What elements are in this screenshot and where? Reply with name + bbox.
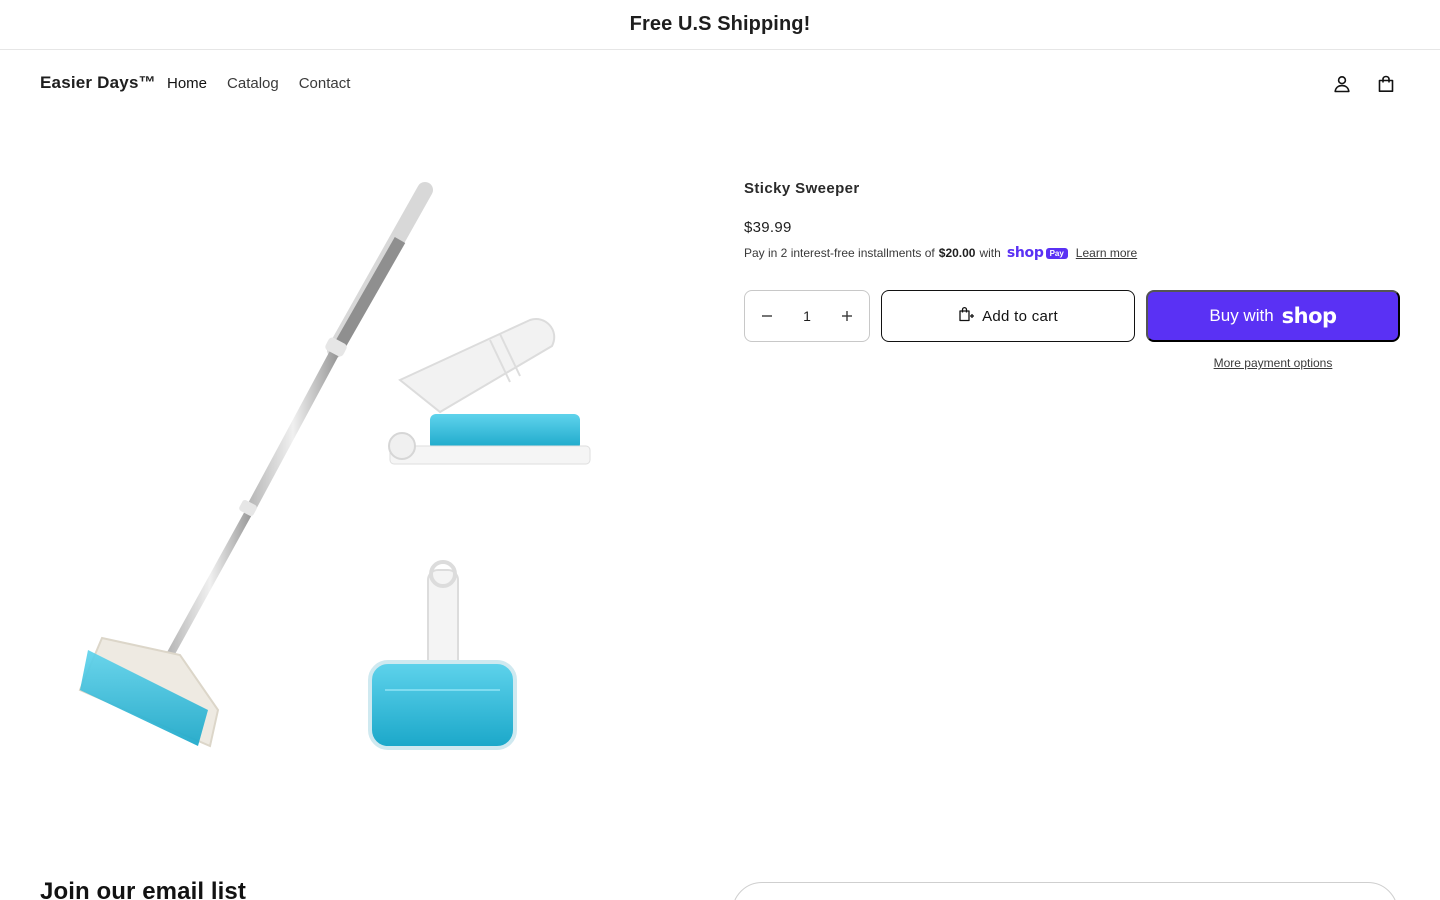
shop-brand-word: shop [1281,304,1337,328]
installments-banner: Pay in 2 interest-free installments of $… [744,245,1137,261]
add-to-cart-label: Add to cart [982,307,1058,325]
main-nav: Home Catalog Contact [167,75,350,92]
learn-more-link[interactable]: Learn more [1076,246,1137,260]
store-logo[interactable]: Easier Days™ [40,73,156,93]
installments-prefix: Pay in 2 interest-free installments of [744,246,935,260]
product-info: Sticky Sweeper $39.99 Pay in 2 interest-… [744,180,1400,370]
site-header: Easier Days™ Home Catalog Contact [0,51,1440,117]
cart-icon[interactable] [1374,72,1398,96]
account-icon[interactable] [1330,72,1354,96]
nav-catalog[interactable]: Catalog [227,75,279,92]
more-payment-options-link[interactable]: More payment options [1146,356,1400,370]
product-image[interactable] [40,150,680,790]
email-signup-box [732,882,1398,900]
add-to-cart-button[interactable]: Add to cart [881,290,1135,342]
shop-pay-logo: shop Pay [1007,245,1068,261]
minus-icon[interactable] [755,304,779,328]
plus-icon[interactable] [835,304,859,328]
installments-amount: $20.00 [938,246,976,260]
product-title: Sticky Sweeper [744,180,860,197]
announcement-bar: Free U.S Shipping! [0,0,1440,50]
product-price: $39.99 [744,219,792,236]
nav-home[interactable]: Home [167,75,207,92]
quantity-stepper: 1 [744,290,870,342]
shop-pay-pill: Pay [1045,247,1068,259]
nav-contact[interactable]: Contact [299,75,351,92]
announcement-text: Free U.S Shipping! [629,13,811,35]
buy-with-shop-button[interactable]: Buy with shop [1146,290,1400,342]
quantity-input[interactable]: 1 [803,308,811,324]
buy-with-label: Buy with [1209,306,1274,325]
add-to-cart-icon [958,306,975,326]
email-list-heading: Join our email list [40,878,246,900]
shop-pay-word: shop [1006,245,1044,261]
installments-with: with [979,246,1001,260]
